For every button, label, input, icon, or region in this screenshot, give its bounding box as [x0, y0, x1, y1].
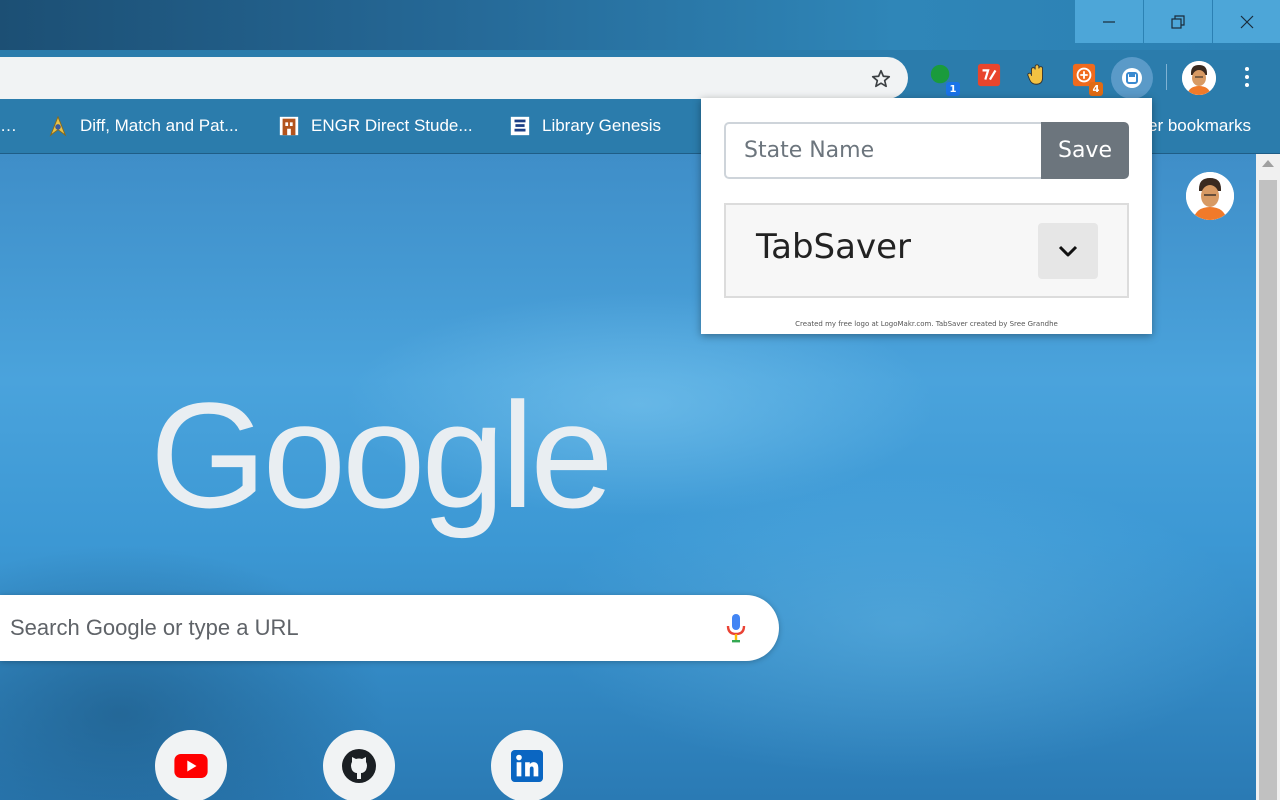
linkedin-icon	[511, 750, 543, 782]
profile-avatar[interactable]	[1182, 61, 1216, 95]
other-bookmarks[interactable]: er bookmarks	[1148, 112, 1251, 140]
building-icon	[277, 114, 301, 138]
chevron-down-icon	[1058, 245, 1078, 257]
expand-button[interactable]	[1038, 223, 1098, 279]
avatar-person-icon	[1186, 172, 1234, 220]
shortcut-github[interactable]	[323, 730, 395, 800]
minimize-button[interactable]	[1075, 0, 1143, 43]
restore-icon	[1171, 14, 1185, 29]
ntp-profile-avatar[interactable]	[1186, 172, 1234, 220]
bookmark-label: …	[0, 116, 17, 135]
green-chat-extension-icon[interactable]: 1	[928, 62, 960, 96]
toolbar-separator	[1166, 64, 1167, 90]
tabsaver-popup: Save TabSaver Created my free logo at Lo…	[701, 98, 1152, 334]
bookmark-truncated[interactable]: …	[0, 112, 17, 140]
star-trek-icon	[46, 114, 70, 138]
red-extension-icon[interactable]	[976, 62, 1002, 88]
state-name-input[interactable]	[724, 122, 1042, 179]
bookmark-diff-match-patch[interactable]: Diff, Match and Pat...	[46, 112, 238, 140]
scrollbar-thumb[interactable]	[1259, 180, 1277, 800]
credit-text: Created my free logo at LogoMakr.com. Ta…	[795, 320, 1058, 328]
orange-extension-icon[interactable]: 4	[1071, 62, 1103, 96]
browser-menu-icon[interactable]	[1236, 62, 1258, 92]
microphone-icon[interactable]	[724, 612, 748, 644]
bookmark-label: Library Genesis	[542, 116, 662, 135]
close-button[interactable]	[1213, 0, 1280, 43]
search-input[interactable]	[10, 609, 690, 647]
minimize-icon	[1103, 20, 1115, 23]
shortcut-youtube[interactable]	[155, 730, 227, 800]
tabsaver-card: TabSaver	[724, 203, 1129, 298]
bookmark-label: ENGR Direct Stude...	[311, 116, 473, 135]
bookmark-label: er bookmarks	[1148, 116, 1251, 135]
restore-button[interactable]	[1144, 0, 1212, 43]
extension-badge: 1	[946, 82, 960, 96]
youtube-icon	[174, 754, 208, 778]
book-icon	[508, 114, 532, 138]
extension-badge: 4	[1089, 82, 1103, 96]
save-button[interactable]: Save	[1041, 122, 1129, 179]
address-bar[interactable]	[0, 57, 908, 99]
close-icon	[1240, 15, 1254, 28]
shortcut-linkedin[interactable]	[491, 730, 563, 800]
bookmark-label: Diff, Match and Pat...	[80, 116, 239, 135]
hand-extension-icon[interactable]	[1024, 62, 1050, 88]
tabsaver-icon	[1122, 68, 1142, 88]
avatar-person-icon	[1182, 61, 1216, 95]
card-title: TabSaver	[756, 227, 911, 267]
github-icon	[342, 749, 376, 783]
scroll-up-arrow-icon[interactable]	[1262, 160, 1274, 167]
ntp-search-box[interactable]	[0, 595, 779, 661]
bookmark-library-genesis[interactable]: Library Genesis	[508, 112, 661, 140]
bookmark-star-icon[interactable]	[870, 68, 892, 90]
bookmark-engr-direct-student[interactable]: ENGR Direct Stude...	[277, 112, 473, 140]
tabsaver-extension-button[interactable]	[1111, 57, 1153, 99]
google-logo: Google	[150, 371, 614, 539]
